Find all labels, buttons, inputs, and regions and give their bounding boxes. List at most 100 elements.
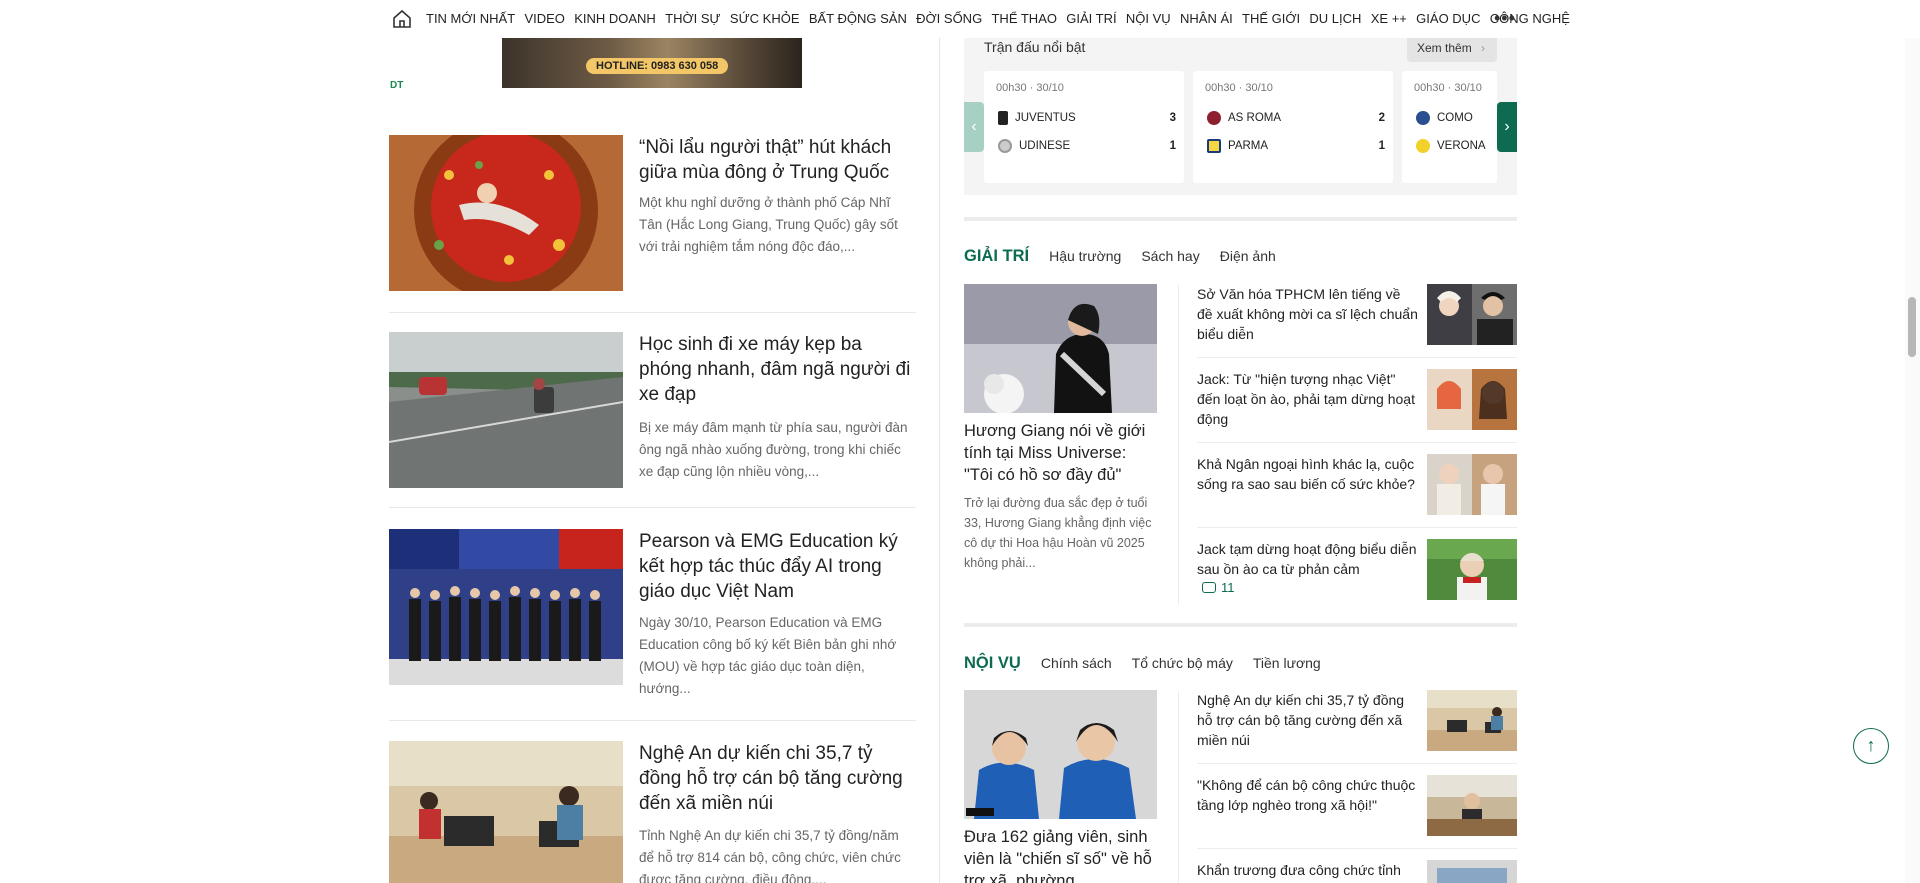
home-team: AS ROMA <box>1228 112 1282 124</box>
match-home-row: AS ROMA 2 <box>1207 111 1385 125</box>
away-score: 1 <box>1169 140 1176 152</box>
article-item[interactable]: Nghệ An dự kiến chi 35,7 tỷ đồng hỗ trợ … <box>389 741 916 883</box>
side-article-title[interactable]: Khả Ngân ngoại hình khác lạ, cuộc sống r… <box>1197 454 1419 494</box>
featured-title[interactable]: Hương Giang nói về giới tính tại Miss Un… <box>964 420 1159 486</box>
column-separator <box>1178 285 1179 605</box>
nav-item-thoi-su[interactable]: THỜI SỰ <box>665 11 720 26</box>
article-thumbnail[interactable] <box>389 332 623 488</box>
subsection-link[interactable]: Tổ chức bộ máy <box>1132 655 1233 671</box>
top-navigation: TIN MỚI NHẤT VIDEO KINH DOANH THỜI SỰ SỨ… <box>0 0 1920 38</box>
nav-item-du-lich[interactable]: DU LỊCH <box>1309 11 1361 26</box>
article-item[interactable]: “Nồi lẩu người thật” hút khách giữa mùa … <box>389 135 916 313</box>
side-article-title[interactable]: Jack: Từ "hiện tượng nhạc Việt" đến loạt… <box>1197 369 1419 429</box>
parma-logo-icon <box>1207 139 1221 153</box>
side-article-title[interactable]: Jack tạm dừng hoạt động biểu diễn sau ồn… <box>1197 539 1419 579</box>
subsection-link[interactable]: Hậu trường <box>1049 248 1121 264</box>
nav-item-doi-song[interactable]: ĐỜI SỐNG <box>916 11 982 26</box>
nav-item-tin-moi-nhat[interactable]: TIN MỚI NHẤT <box>426 11 515 26</box>
article-title[interactable]: Học sinh đi xe máy kẹp ba phóng nhanh, đ… <box>639 332 916 407</box>
nav-item-noi-vu[interactable]: NỘI VỤ <box>1126 11 1171 26</box>
match-home-row: JUVENTUS 3 <box>998 111 1176 125</box>
nav-item-video[interactable]: VIDEO <box>524 11 564 26</box>
article-title[interactable]: Nghệ An dự kiến chi 35,7 tỷ đồng hỗ trợ … <box>639 741 916 816</box>
como-logo-icon <box>1416 111 1430 125</box>
side-article-thumbnail[interactable] <box>1427 690 1517 751</box>
article-item[interactable]: Học sinh đi xe máy kẹp ba phóng nhanh, đ… <box>389 332 916 508</box>
match-away-row: PARMA 1 <box>1207 139 1385 153</box>
article-title[interactable]: Pearson và EMG Education ký kết hợp tác … <box>639 529 916 604</box>
side-article-thumbnail[interactable] <box>1427 284 1517 345</box>
comment-count-value: 11 <box>1221 580 1235 595</box>
nav-item-nhan-ai[interactable]: NHÂN ÁI <box>1180 11 1233 26</box>
featured-image[interactable] <box>964 690 1157 819</box>
match-card[interactable]: 00h30 · 30/10 JUVENTUS 3 UDINESE 1 <box>984 71 1184 183</box>
chevron-right-icon: › <box>1481 41 1486 55</box>
matches-more-button[interactable]: Xem thêm › <box>1407 34 1497 62</box>
side-article-thumbnail[interactable] <box>1427 454 1517 515</box>
back-to-top-button[interactable]: ↑ <box>1853 728 1889 764</box>
featured-matches: Trận đấu nổi bật Xem thêm › 00h30 · 30/1… <box>964 32 1517 195</box>
article-title[interactable]: “Nồi lẩu người thật” hút khách giữa mùa … <box>639 135 916 185</box>
match-card[interactable]: 00h30 · 30/10 AS ROMA 2 PARMA 1 <box>1193 71 1393 183</box>
verona-logo-icon <box>1416 139 1430 153</box>
home-team: COMO <box>1437 112 1473 124</box>
nav-item-giao-duc[interactable]: GIÁO DỤC <box>1416 11 1480 26</box>
side-article-title[interactable]: Khẩn trương đưa công chức tỉnh <box>1197 860 1419 880</box>
subsection-link[interactable]: Điện ảnh <box>1220 248 1276 264</box>
carousel-prev-button[interactable]: ‹ <box>964 102 984 152</box>
article-thumbnail[interactable] <box>389 529 623 685</box>
side-article-thumbnail[interactable] <box>1427 539 1517 600</box>
match-card[interactable]: 00h30 · 30/10 COMO VERONA <box>1402 71 1497 183</box>
more-menu-icon[interactable]: ••• <box>1494 8 1516 29</box>
subsection-link[interactable]: Chính sách <box>1041 655 1112 671</box>
article-item[interactable]: Pearson và EMG Education ký kết hợp tác … <box>389 529 916 721</box>
ad-logo: DT <box>390 80 404 91</box>
carousel-next-button[interactable]: › <box>1497 102 1517 152</box>
chevron-right-icon: › <box>1504 118 1510 135</box>
arrow-up-icon: ↑ <box>1866 735 1876 755</box>
side-article-title[interactable]: "Không để cán bộ công chức thuộc tầng lớ… <box>1197 775 1419 815</box>
match-time: 00h30 · 30/10 <box>1205 82 1273 94</box>
nav-item-kinh-doanh[interactable]: KINH DOANH <box>574 11 656 26</box>
nav-item-the-gioi[interactable]: THẾ GIỚI <box>1242 11 1300 26</box>
subsection-link[interactable]: Tiền lương <box>1253 655 1321 671</box>
article-separator <box>389 507 916 508</box>
side-article-thumbnail[interactable] <box>1427 860 1517 883</box>
nav-item-the-thao[interactable]: THỂ THAO <box>991 11 1057 26</box>
side-article-thumbnail[interactable] <box>1427 775 1517 836</box>
comment-count[interactable]: 11 <box>1202 580 1235 595</box>
side-article-separator <box>1197 442 1517 443</box>
juventus-logo-icon <box>998 111 1008 125</box>
side-article-title[interactable]: Sở Văn hóa TPHCM lên tiếng về đề xuất kh… <box>1197 284 1419 344</box>
article-separator <box>389 312 916 313</box>
section-title[interactable]: GIẢI TRÍ <box>964 247 1029 266</box>
nav-item-giai-tri[interactable]: GIẢI TRÍ <box>1066 11 1116 26</box>
side-article-separator <box>1197 848 1517 849</box>
featured-sapo: Trở lại đường đua sắc đẹp ở tuổi 33, Hươ… <box>964 496 1152 570</box>
scrollbar-thumb[interactable] <box>1908 297 1916 357</box>
article-thumbnail[interactable] <box>389 741 623 883</box>
subsection-link[interactable]: Sách hay <box>1141 248 1199 264</box>
as-roma-logo-icon <box>1207 111 1221 125</box>
article-sapo: Một khu nghỉ dưỡng ở thành phố Cáp Nhĩ T… <box>639 195 898 254</box>
nav-item-bat-dong-san[interactable]: BẤT ĐỘNG SẢN <box>809 11 907 26</box>
home-score: 2 <box>1378 112 1385 124</box>
article-thumbnail[interactable] <box>389 135 623 291</box>
side-article-thumbnail[interactable] <box>1427 369 1517 430</box>
nav-item-suc-khoe[interactable]: SỨC KHỎE <box>730 11 800 26</box>
side-article-title[interactable]: Nghệ An dự kiến chi 35,7 tỷ đồng hỗ trợ … <box>1197 690 1419 750</box>
nav-item-xe[interactable]: XE ++ <box>1371 11 1407 26</box>
ad-banner[interactable]: HOTLINE: 0983 630 058 <box>502 38 802 88</box>
article-sapo: Bị xe máy đâm mạnh từ phía sau, người đà… <box>639 420 908 479</box>
section-divider <box>964 217 1517 221</box>
home-icon[interactable] <box>391 8 413 30</box>
scrollbar[interactable] <box>1905 0 1920 883</box>
home-score: 3 <box>1169 112 1176 124</box>
column-separator <box>1178 691 1179 883</box>
article-separator <box>389 720 916 721</box>
featured-title[interactable]: Đưa 162 giảng viên, sinh viên là "chiến … <box>964 826 1159 883</box>
home-team: JUVENTUS <box>1015 112 1076 124</box>
featured-image[interactable] <box>964 284 1157 413</box>
section-title[interactable]: NỘI VỤ <box>964 654 1021 673</box>
article-sapo: Tỉnh Nghệ An dự kiến chi 35,7 tỷ đồng/nă… <box>639 828 901 883</box>
